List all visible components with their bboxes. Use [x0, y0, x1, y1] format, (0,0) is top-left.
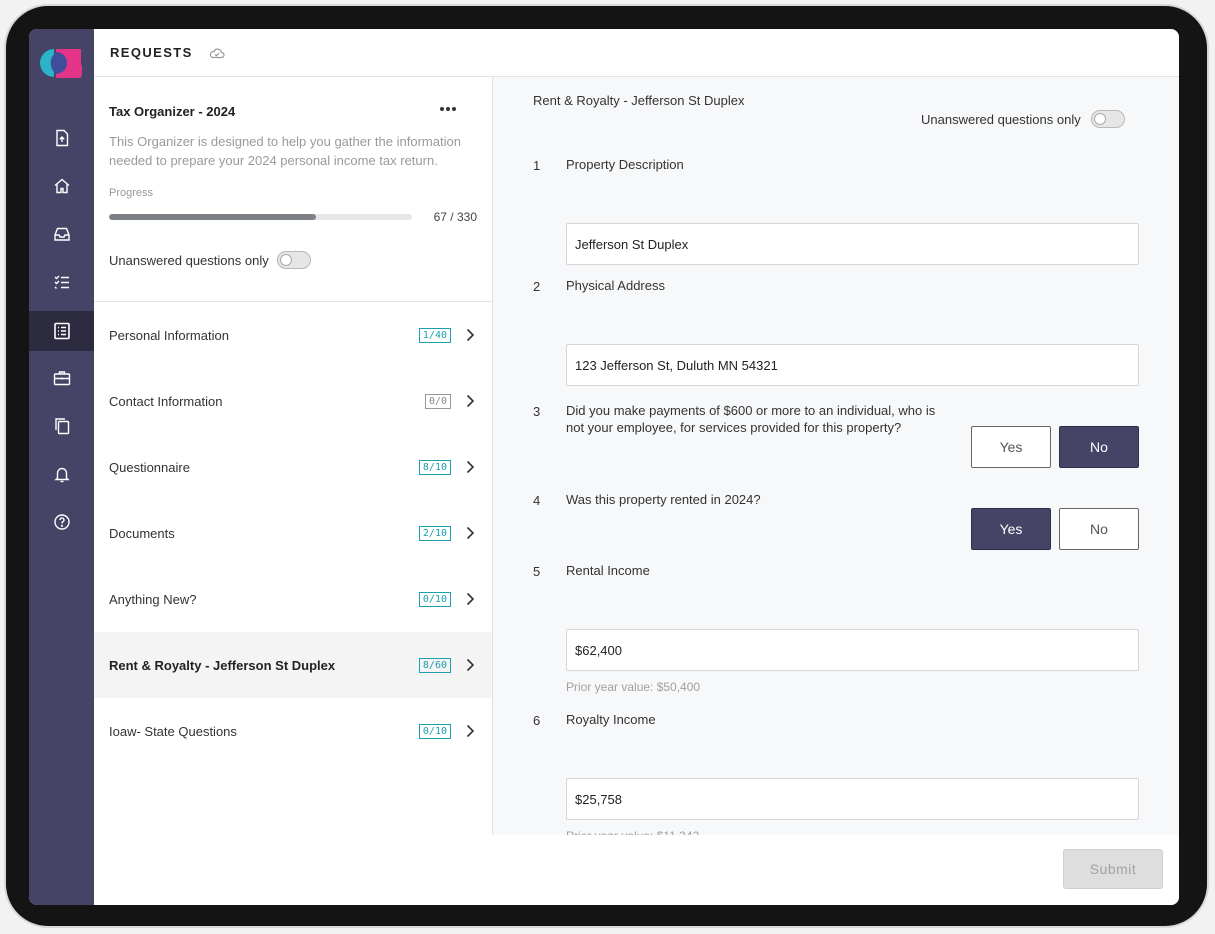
section-list: Personal Information 1/40 Contact Informat… — [94, 302, 492, 764]
nav-tasks[interactable] — [29, 262, 94, 302]
question-label: Royalty Income — [566, 712, 656, 727]
chevron-right-icon — [466, 592, 475, 606]
section-item[interactable]: Anything New? 0/10 — [94, 566, 492, 632]
question-number: 1 — [533, 158, 541, 173]
physical-address-input[interactable] — [566, 344, 1139, 386]
section-progress-badge: 0/10 — [418, 591, 451, 607]
property-description-input[interactable] — [566, 223, 1139, 265]
more-dot — [452, 107, 456, 111]
chevron-right-icon — [466, 460, 475, 474]
section-item[interactable]: Contact Information 0/0 — [94, 368, 492, 434]
page-title: REQUESTS — [110, 45, 193, 60]
yes-button[interactable]: Yes — [971, 426, 1051, 468]
nav-upload[interactable] — [29, 118, 94, 158]
sidebar — [29, 29, 94, 905]
list-document-icon — [53, 322, 70, 340]
section-item[interactable]: Rent & Royalty - Jefferson St Duplex 8/60 — [94, 632, 492, 698]
chevron-right-icon — [466, 328, 475, 342]
main-toggle-row: Unanswered questions only — [921, 110, 1125, 128]
unanswered-toggle[interactable] — [276, 251, 311, 269]
rental-income-input[interactable] — [566, 629, 1139, 671]
unanswered-toggle-label: Unanswered questions only — [109, 252, 269, 268]
question-number: 3 — [533, 404, 541, 419]
section-title: Rent & Royalty - Jefferson St Duplex — [533, 93, 745, 108]
more-dots-icon — [440, 107, 444, 111]
nav-home[interactable] — [29, 166, 94, 206]
section-item[interactable]: Documents 2/10 — [94, 500, 492, 566]
copy-icon — [54, 418, 69, 435]
briefcase-icon — [53, 371, 70, 386]
question-number: 4 — [533, 493, 541, 508]
bell-icon — [53, 467, 70, 483]
progress-label: Progress — [109, 187, 154, 199]
yes-button[interactable]: Yes — [971, 508, 1051, 550]
unanswered-toggle-row: Unanswered questions only — [109, 251, 311, 269]
chevron-right-icon — [466, 658, 475, 672]
section-item-label: Rent & Royalty - Jefferson St Duplex — [109, 657, 336, 673]
section-item-label: Contact Information — [109, 393, 223, 409]
section-item[interactable]: Personal Information 1/40 — [94, 302, 492, 368]
section-item-label: Questionnaire — [109, 459, 190, 475]
main-unanswered-toggle[interactable] — [1090, 110, 1125, 128]
progress-fill — [109, 214, 317, 220]
app-screen: REQUESTS Tax Organizer - 2024 This Organ… — [29, 29, 1179, 905]
brand-logo — [40, 49, 82, 78]
chevron-right-icon — [466, 526, 475, 540]
top-bar: REQUESTS — [94, 29, 1179, 77]
submit-button[interactable]: Submit — [1063, 849, 1163, 889]
inbox-icon — [53, 227, 70, 241]
organizer-panel: Tax Organizer - 2024 This Organizer is d… — [94, 77, 493, 835]
nav-inbox[interactable] — [29, 214, 94, 254]
organizer-title: Tax Organizer - 2024 — [109, 104, 236, 119]
question-label: Was this property rented in 2024? — [566, 492, 761, 507]
question-label: Rental Income — [566, 563, 650, 578]
royalty-income-input[interactable] — [566, 778, 1139, 820]
section-item-label: Anything New? — [109, 591, 197, 607]
question-label: Property Description — [566, 157, 684, 172]
more-dot — [446, 107, 450, 111]
question-label: Physical Address — [566, 278, 665, 293]
main-toggle-label: Unanswered questions only — [921, 111, 1081, 127]
section-progress-badge: 8/10 — [418, 459, 451, 475]
file-upload-icon — [55, 129, 68, 147]
checklist-icon — [54, 275, 69, 289]
more-options-button[interactable] — [438, 99, 458, 119]
question-label: Did you make payments of $600 or more to… — [566, 403, 936, 435]
organizer-description: This Organizer is designed to help you g… — [109, 134, 461, 168]
question-number: 6 — [533, 713, 541, 728]
no-button[interactable]: No — [1059, 426, 1139, 468]
section-item-label: Ioaw- State Questions — [109, 723, 237, 739]
no-button[interactable]: No — [1059, 508, 1139, 550]
cloud-icon — [209, 48, 225, 58]
section-progress-badge: 0/0 — [424, 393, 451, 409]
section-progress-badge: 8/60 — [418, 657, 451, 673]
chevron-right-icon — [466, 724, 475, 738]
section-item[interactable]: Questionnaire 8/10 — [94, 434, 492, 500]
nav-copies[interactable] — [29, 406, 94, 446]
nav-notifications[interactable] — [29, 454, 94, 494]
nav-briefcase[interactable] — [29, 358, 94, 398]
question-number: 2 — [533, 279, 541, 294]
chevron-right-icon — [466, 394, 475, 408]
section-progress-badge: 2/10 — [418, 525, 451, 541]
footer-bar: Submit — [94, 835, 1179, 905]
progress-count: 67 / 330 — [433, 210, 477, 224]
section-item-label: Documents — [109, 525, 175, 541]
help-icon — [53, 514, 70, 530]
question-number: 5 — [533, 564, 541, 579]
section-progress-badge: 1/40 — [418, 327, 451, 343]
section-item[interactable]: Ioaw- State Questions 0/10 — [94, 698, 492, 764]
question-panel: Rent & Royalty - Jefferson St Duplex Una… — [493, 77, 1179, 843]
nav-help[interactable] — [29, 502, 94, 542]
progress-bar — [109, 214, 412, 220]
home-icon — [54, 178, 69, 194]
section-progress-badge: 0/10 — [418, 723, 451, 739]
prior-year-value: Prior year value: $50,400 — [566, 680, 701, 694]
section-item-label: Personal Information — [109, 327, 229, 343]
nav-organizer[interactable] — [29, 311, 94, 351]
